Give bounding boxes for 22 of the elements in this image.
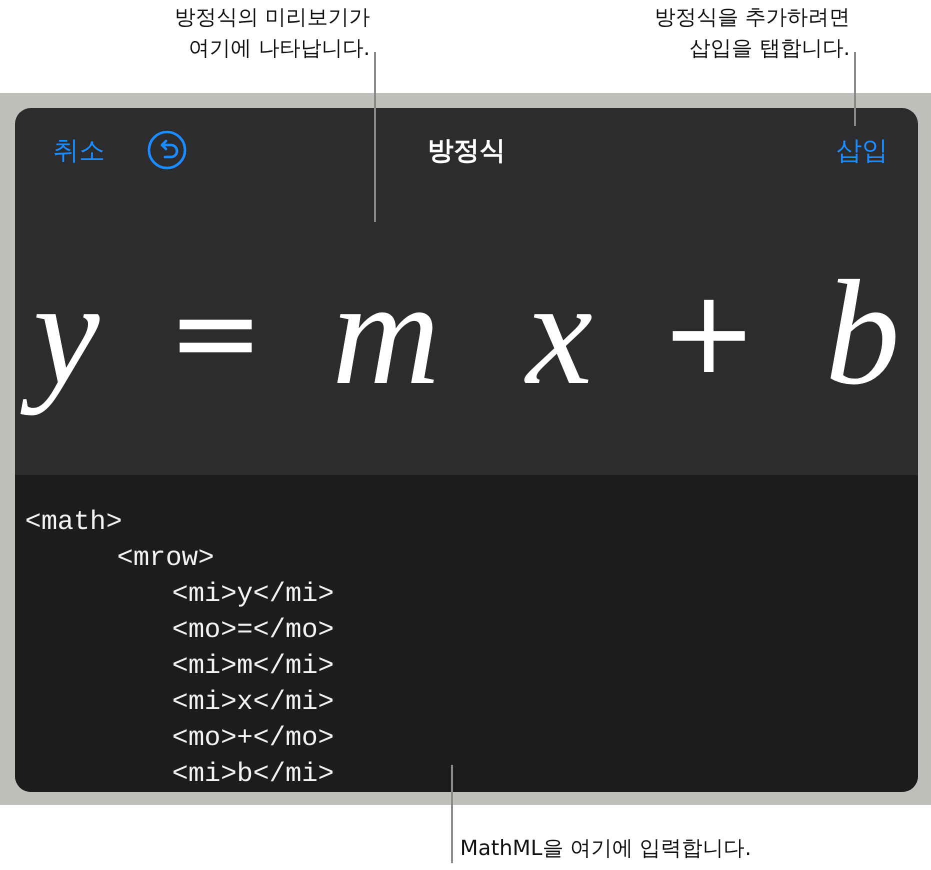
code-line: <mi>y</mi> <box>171 579 336 612</box>
equation-variable: m <box>330 249 442 418</box>
equation-variable: y <box>15 236 118 431</box>
code-line: <mrow> <box>116 543 216 576</box>
code-line: <math> <box>25 507 124 540</box>
callout-text: 방정식의 미리보기가 여기에 나타납니다. <box>174 4 370 62</box>
undo-icon[interactable] <box>147 130 187 170</box>
code-line: <mi>x</mi> <box>171 687 336 720</box>
dialog-title: 방정식 <box>428 134 506 168</box>
code-line: <mo>=</mo> <box>171 615 336 648</box>
mathml-input-field[interactable]: <math> <mrow> <mi>y</mi> <mo>=</mo> <mi>m</mi> <mi>x</mi> <mo>+</mo> <mi>b</mi> <box>15 475 918 792</box>
equation-variable: x <box>523 249 594 418</box>
equation-variable: b <box>824 249 901 418</box>
code-line: <mi>b</mi> <box>171 759 336 792</box>
callout-text: 방정식을 추가하려면 삽입을 탭합니다. <box>654 4 850 62</box>
code-line: <mi>m</mi> <box>171 651 336 684</box>
code-line: <mo>+</mo> <box>171 723 336 756</box>
cancel-button[interactable]: 취소 <box>53 132 105 168</box>
equation-operator: = <box>168 264 264 402</box>
callout-text: MathML을 여기에 입력합니다. <box>460 835 752 862</box>
insert-button[interactable]: 삽입 <box>836 132 888 168</box>
equation-operator: + <box>660 264 758 402</box>
